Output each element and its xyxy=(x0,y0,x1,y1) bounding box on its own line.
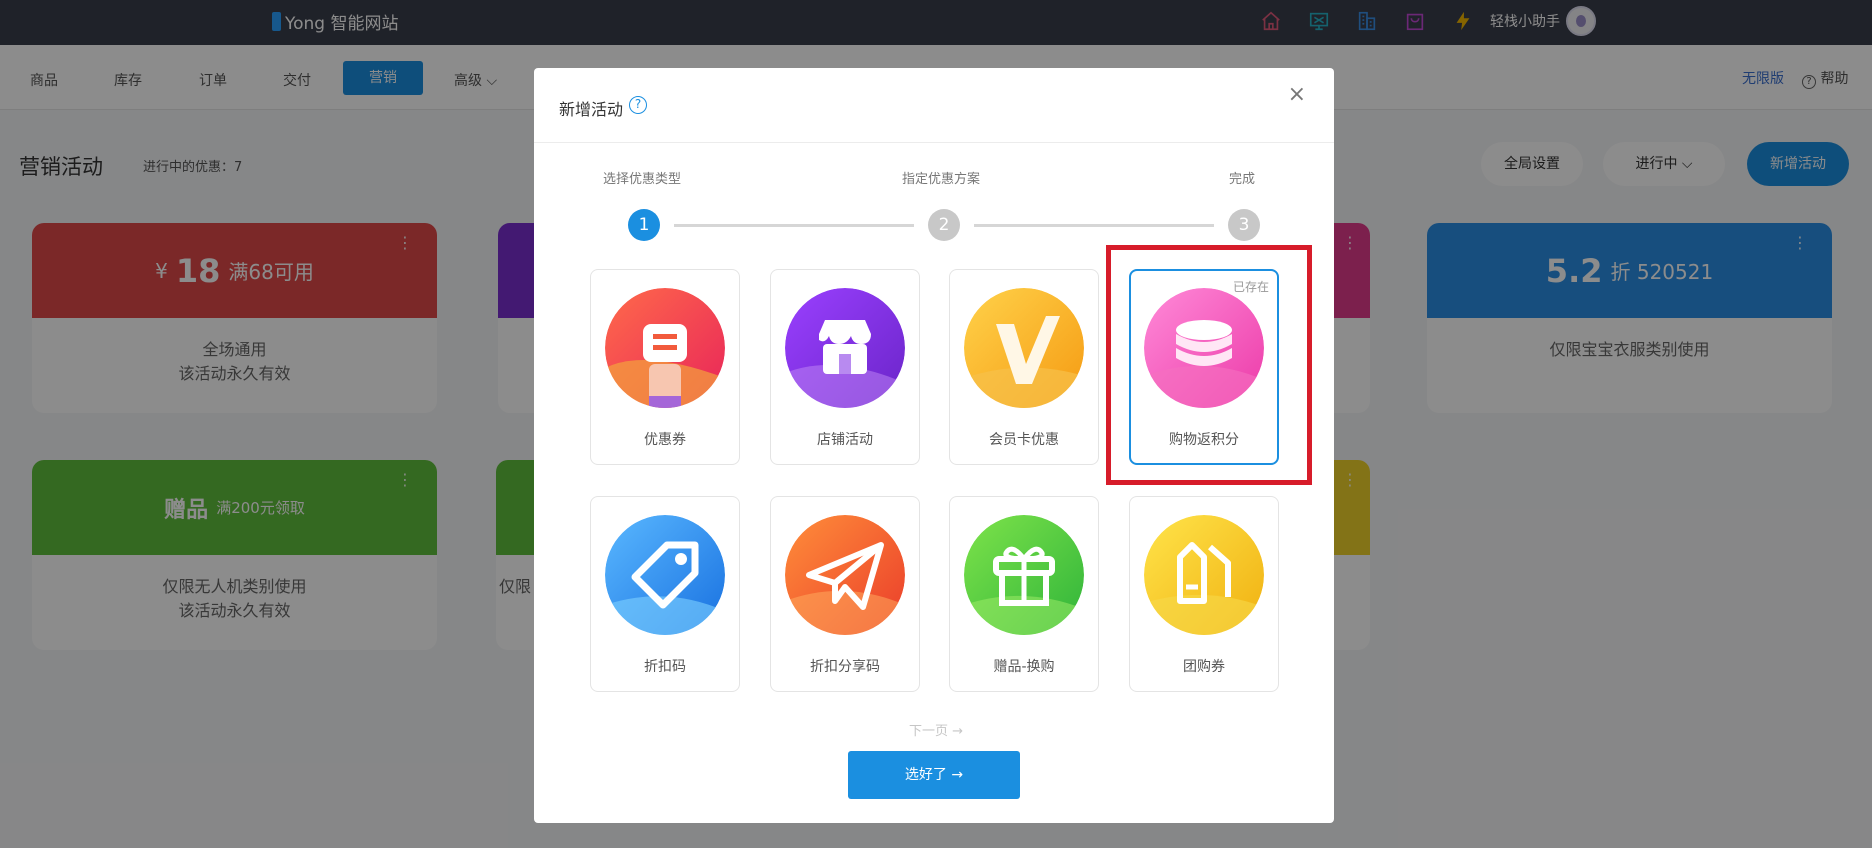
option-gift-exchange[interactable]: 赠品-换购 xyxy=(949,496,1099,692)
dialog-title: 新增活动 xyxy=(559,100,624,119)
step-3-circle: 3 xyxy=(1228,209,1260,241)
help-icon[interactable]: ? xyxy=(629,96,647,114)
option-label: 店铺活动 xyxy=(817,432,873,448)
step-1-label: 选择优惠类型 xyxy=(603,172,682,187)
coupon-icon xyxy=(605,288,725,408)
group-tag-icon xyxy=(1144,515,1264,635)
member-card-icon xyxy=(964,288,1084,408)
next-page-link[interactable]: 下一页 → xyxy=(909,720,963,739)
step-2-label: 指定优惠方案 xyxy=(902,172,981,187)
option-discount-share-code[interactable]: 折扣分享码 xyxy=(770,496,920,692)
option-label: 优惠券 xyxy=(644,432,686,448)
option-label: 团购券 xyxy=(1183,659,1225,675)
step-2-circle: 2 xyxy=(928,209,960,241)
option-discount-code[interactable]: 折扣码 xyxy=(590,496,740,692)
option-group-buy-coupon[interactable]: 团购券 xyxy=(1129,496,1279,692)
store-icon xyxy=(785,288,905,408)
option-label: 折扣码 xyxy=(644,659,686,675)
option-label: 折扣分享码 xyxy=(810,659,880,675)
paper-plane-icon xyxy=(785,515,905,635)
step-connector xyxy=(974,224,1214,227)
step-3-label: 完成 xyxy=(1229,172,1256,187)
step-connector xyxy=(674,224,914,227)
option-coupon[interactable]: 优惠券 xyxy=(590,269,740,465)
gift-icon xyxy=(964,515,1084,635)
option-label: 会员卡优惠 xyxy=(989,432,1059,448)
option-member-card[interactable]: 会员卡优惠 xyxy=(949,269,1099,465)
step-1-circle: 1 xyxy=(628,209,660,241)
close-button[interactable]: × xyxy=(1288,82,1306,107)
highlight-box xyxy=(1106,245,1312,485)
option-store-activity[interactable]: 店铺活动 xyxy=(770,269,920,465)
option-label: 赠品-换购 xyxy=(993,659,1055,675)
dialog-header: 新增活动 ? × xyxy=(534,68,1334,143)
confirm-selection-button[interactable]: 选好了 → xyxy=(848,751,1020,799)
tag-icon xyxy=(605,515,725,635)
